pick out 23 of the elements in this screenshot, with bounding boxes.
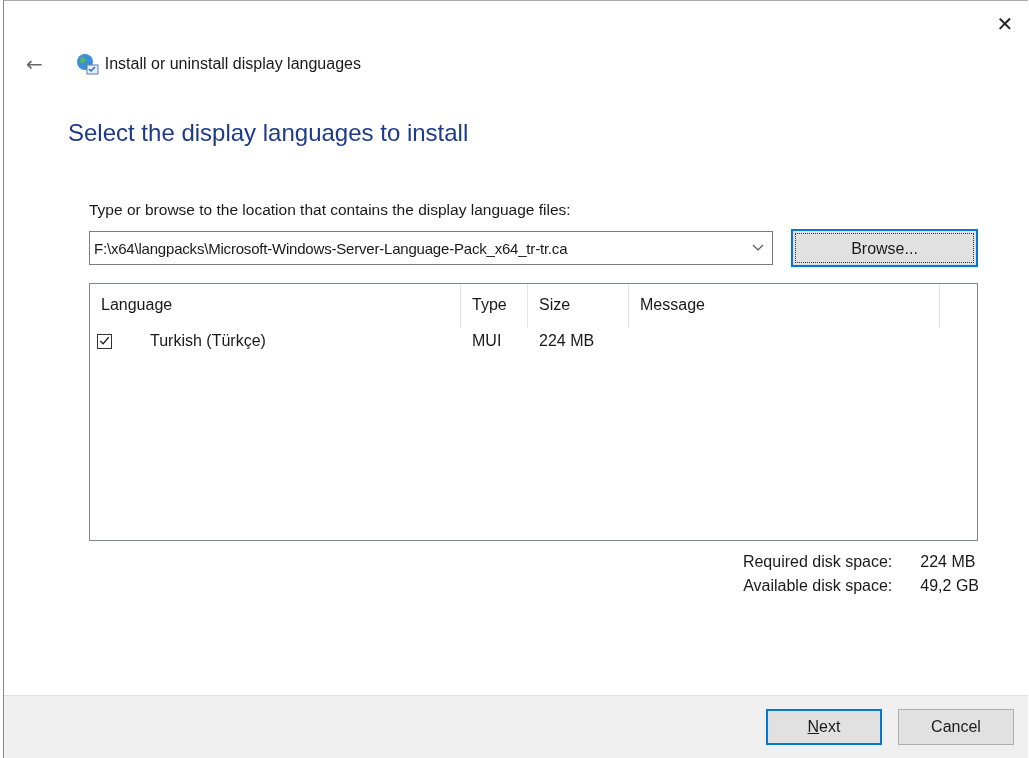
browse-button[interactable]: Browse... — [791, 229, 978, 267]
dialog-button[interactable]: Next — [766, 709, 882, 745]
page-title: Install or uninstall display languages — [104, 55, 361, 73]
back-button[interactable]: ← — [20, 52, 49, 76]
chevron-down-icon — [752, 244, 764, 252]
globe-icon — [74, 52, 99, 76]
close-button[interactable]: ✕ — [982, 1, 1028, 47]
table-cell: Turkish (Türkçe) — [150, 332, 266, 350]
disk-space-value: 49,2 GB — [920, 577, 979, 595]
dialog-button[interactable]: Cancel — [898, 709, 1014, 745]
column-header[interactable]: Type — [461, 284, 528, 328]
column-header[interactable]: Size — [528, 284, 629, 328]
disk-space-value: 224 MB — [920, 553, 977, 571]
heading: Select the display languages to install — [68, 119, 469, 147]
checkbox[interactable] — [97, 333, 112, 349]
column-header[interactable]: Message — [629, 284, 940, 328]
table-cell: 224 MB — [539, 332, 595, 350]
location-combobox[interactable]: F:\x64\langpacks\Microsoft-Windows-Server-Language-Pack_x64_tr-tr.ca — [89, 231, 773, 265]
disk-space-label: Available disk space: — [742, 577, 893, 595]
table-cell: MUI — [472, 332, 502, 350]
column-header[interactable]: Language — [90, 284, 461, 328]
location-label: Type or browse to the location that contains the display language files: — [89, 201, 571, 219]
disk-space-label: Required disk space: — [742, 553, 893, 571]
